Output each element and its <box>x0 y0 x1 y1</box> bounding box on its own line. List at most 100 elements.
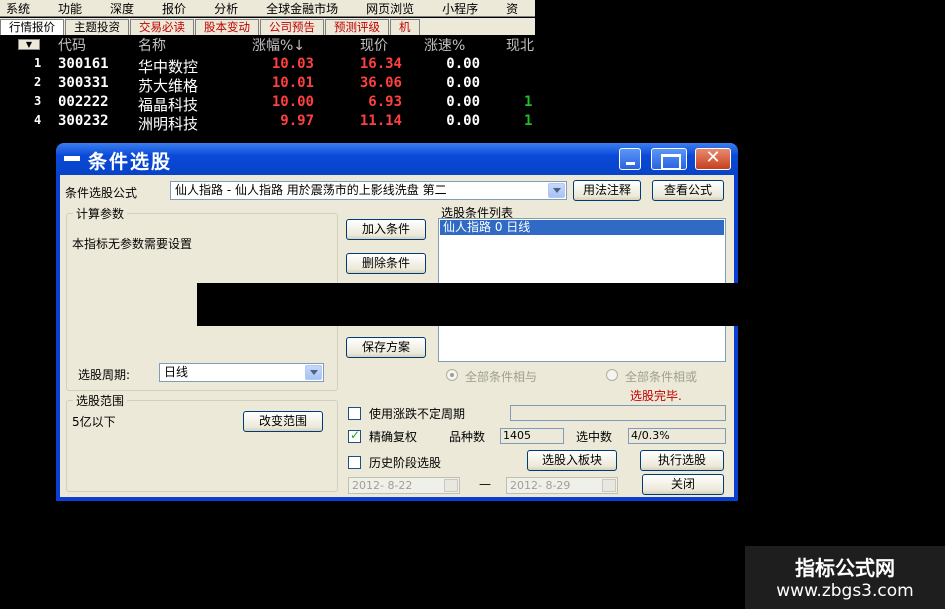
stock-code: 300331 <box>58 75 109 91</box>
stock-price: 36.06 <box>359 75 402 91</box>
period-value: 日线 <box>164 365 189 379</box>
desktop: 系统 功能 深度 报价 分析 全球金融市场 网页浏览 小程序 资 行情报价 主题… <box>0 0 945 609</box>
range-group: 选股范围 5亿以下 改变范围 <box>66 392 338 492</box>
change-range-button[interactable]: 改变范围 <box>243 411 323 432</box>
window-icon <box>64 156 80 161</box>
range-value: 5亿以下 <box>72 415 116 429</box>
period-select[interactable]: 日线 <box>159 363 324 382</box>
close-button[interactable]: 关闭 <box>642 474 724 495</box>
date-separator: — <box>479 477 491 491</box>
menu-item-analysis[interactable]: 分析 <box>208 0 238 17</box>
date-from-picker[interactable]: 2012- 8-22 <box>348 477 460 494</box>
menu-item-system[interactable]: 系统 <box>0 0 30 17</box>
view-formula-button[interactable]: 查看公式 <box>652 180 724 201</box>
tab-equity-change[interactable]: 股本变动 <box>195 19 259 35</box>
tab-company-forecast[interactable]: 公司预告 <box>260 19 324 35</box>
range-title: 选股范围 <box>73 392 128 409</box>
stock-price: 16.34 <box>359 56 402 72</box>
table-row[interactable]: 1 300161 华中数控 10.03 16.34 0.00 <box>0 56 535 76</box>
close-icon: ✕ <box>705 147 721 168</box>
period-label: 选股周期: <box>78 368 131 382</box>
header-speed[interactable]: 涨速% <box>424 35 465 55</box>
status-text: 选股完毕. <box>630 389 682 403</box>
history-stage-label: 历史阶段选股 <box>369 456 442 470</box>
stock-current: 1 <box>524 94 533 110</box>
table-row[interactable]: 3 002222 福晶科技 10.00 6.93 0.00 1 <box>0 94 535 114</box>
save-plan-button[interactable]: 保存方案 <box>346 337 426 358</box>
menu-item-quote[interactable]: 报价 <box>156 0 186 17</box>
execute-selection-button[interactable]: 执行选股 <box>640 450 724 471</box>
stock-name: 华中数控 <box>138 58 199 76</box>
stock-change: 10.01 <box>271 75 314 91</box>
chevron-down-icon[interactable] <box>444 479 458 492</box>
close-window-button[interactable]: ✕ <box>695 147 731 170</box>
menu-bar: 系统 功能 深度 报价 分析 全球金融市场 网页浏览 小程序 资 <box>0 0 535 17</box>
row-index: 1 <box>34 56 42 70</box>
uncertain-period-field[interactable] <box>510 405 726 421</box>
chevron-down-icon[interactable] <box>548 183 565 198</box>
stock-speed: 0.00 <box>446 113 480 129</box>
stock-name: 福晶科技 <box>138 96 199 114</box>
stock-speed: 0.00 <box>446 56 480 72</box>
watermark-url: www.zbgs3.com <box>776 581 914 601</box>
menu-item-mini-program[interactable]: 小程序 <box>436 0 478 17</box>
tab-trading-must-read[interactable]: 交易必读 <box>130 19 194 35</box>
all-and-radio[interactable] <box>446 369 458 381</box>
all-or-label: 全部条件相或 <box>625 370 698 384</box>
list-item[interactable]: 仙人指路 0 日线 <box>440 220 724 235</box>
watermark-title: 指标公式网 <box>795 556 895 580</box>
header-name[interactable]: 名称 <box>138 35 166 55</box>
header-price[interactable]: 现价 <box>360 35 388 55</box>
dialog-titlebar[interactable]: 条件选股 ✕ <box>56 143 738 175</box>
menu-item-web-browse[interactable]: 网页浏览 <box>360 0 414 17</box>
tab-quotes[interactable]: 行情报价 <box>0 19 64 35</box>
stock-change: 10.03 <box>271 56 314 72</box>
delete-condition-button[interactable]: 删除条件 <box>346 253 426 274</box>
stock-speed: 0.00 <box>446 94 480 110</box>
usage-notes-button[interactable]: 用法注释 <box>573 180 641 201</box>
menu-item-more[interactable]: 资 <box>500 0 518 17</box>
stock-code: 300232 <box>58 113 109 129</box>
history-stage-checkbox[interactable] <box>348 456 361 469</box>
table-row[interactable]: 2 300331 苏大维格 10.01 36.06 0.00 <box>0 75 535 95</box>
header-code[interactable]: 代码 <box>58 35 86 55</box>
formula-label: 条件选股公式 <box>65 186 138 200</box>
stock-speed: 0.00 <box>446 75 480 91</box>
chevron-down-icon[interactable] <box>305 365 322 380</box>
header-change[interactable]: 涨幅%↓ <box>252 35 305 55</box>
menu-item-global-markets[interactable]: 全球金融市场 <box>260 0 338 17</box>
stock-change: 10.00 <box>271 94 314 110</box>
formula-value: 仙人指路 - 仙人指路 用於震荡市的上影线洗盘 第二 <box>175 183 447 197</box>
tab-more[interactable]: 机 <box>390 19 420 35</box>
site-watermark: 指标公式网 www.zbgs3.com <box>745 546 945 609</box>
selected-label: 选中数 <box>576 430 613 444</box>
exact-rights-checkbox[interactable] <box>348 428 361 443</box>
menu-item-depth[interactable]: 深度 <box>104 0 134 17</box>
tab-forecast-rating[interactable]: 预测评级 <box>325 19 389 35</box>
minimize-button[interactable] <box>619 148 641 170</box>
add-condition-button[interactable]: 加入条件 <box>346 219 426 240</box>
menu-item-function[interactable]: 功能 <box>52 0 82 17</box>
date-to-picker[interactable]: 2012- 8-29 <box>506 477 618 494</box>
variety-label: 品种数 <box>449 430 486 444</box>
stock-current: 1 <box>524 113 533 129</box>
tab-theme-investment[interactable]: 主题投资 <box>65 19 129 35</box>
dialog-title: 条件选股 <box>88 151 173 173</box>
no-params-text: 本指标无参数需要设置 <box>72 237 193 251</box>
stock-change: 9.97 <box>280 113 314 129</box>
chevron-down-icon[interactable] <box>602 479 616 492</box>
add-to-board-button[interactable]: 选股入板块 <box>527 450 617 471</box>
selected-value: 4/0.3% <box>628 428 726 444</box>
header-current[interactable]: 现北 <box>506 35 534 55</box>
stock-name: 洲明科技 <box>138 115 199 133</box>
uncertain-period-checkbox[interactable] <box>348 407 361 420</box>
all-or-radio[interactable] <box>606 369 618 381</box>
stock-code: 002222 <box>58 94 109 110</box>
maximize-button[interactable] <box>651 148 687 170</box>
variety-value: 1405 <box>500 428 564 444</box>
formula-select[interactable]: 仙人指路 - 仙人指路 用於震荡市的上影线洗盘 第二 <box>170 181 567 200</box>
date-to-value: 2012- 8-29 <box>510 479 571 492</box>
stock-price: 6.93 <box>368 94 402 110</box>
uncertain-period-label: 使用涨跌不定周期 <box>369 407 466 421</box>
table-row[interactable]: 4 300232 洲明科技 9.97 11.14 0.00 1 <box>0 113 535 133</box>
